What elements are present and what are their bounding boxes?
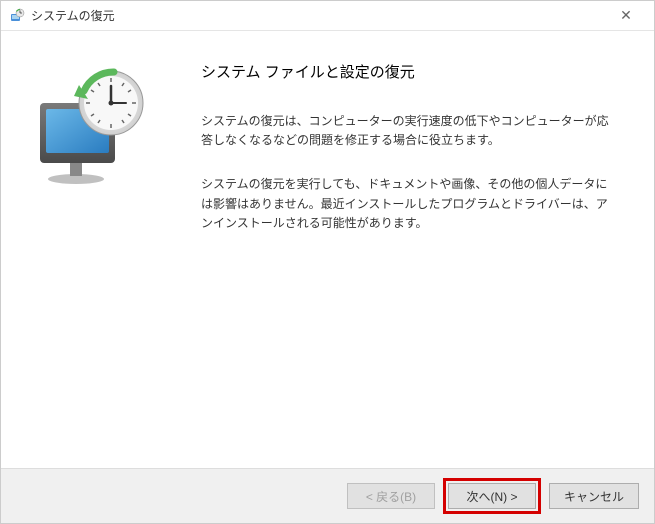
content-area: システム ファイルと設定の復元 システムの復元は、コンピューターの実行速度の低下…: [1, 31, 654, 468]
button-bar: < 戻る(B) 次へ(N) > キャンセル: [1, 468, 654, 523]
description-paragraph-1: システムの復元は、コンピューターの実行速度の低下やコンピューターが応答しなくなる…: [201, 112, 614, 150]
left-pane: [1, 31, 181, 468]
right-pane: システム ファイルと設定の復元 システムの復元は、コンピューターの実行速度の低下…: [181, 31, 654, 468]
description-paragraph-2: システムの復元を実行しても、ドキュメントや画像、その他の個人データには影響はあり…: [201, 175, 614, 233]
close-button[interactable]: ✕: [606, 2, 646, 30]
system-restore-window: システムの復元 ✕: [0, 0, 655, 524]
back-button: < 戻る(B): [347, 483, 435, 509]
next-button[interactable]: 次へ(N) >: [448, 483, 536, 509]
titlebar: システムの復元 ✕: [1, 1, 654, 31]
highlight-annotation: 次へ(N) >: [443, 478, 541, 514]
system-restore-graphic-icon: [26, 61, 156, 191]
system-restore-icon: [9, 8, 25, 24]
window-title: システムの復元: [31, 7, 606, 24]
page-heading: システム ファイルと設定の復元: [201, 61, 614, 82]
cancel-button[interactable]: キャンセル: [549, 483, 639, 509]
